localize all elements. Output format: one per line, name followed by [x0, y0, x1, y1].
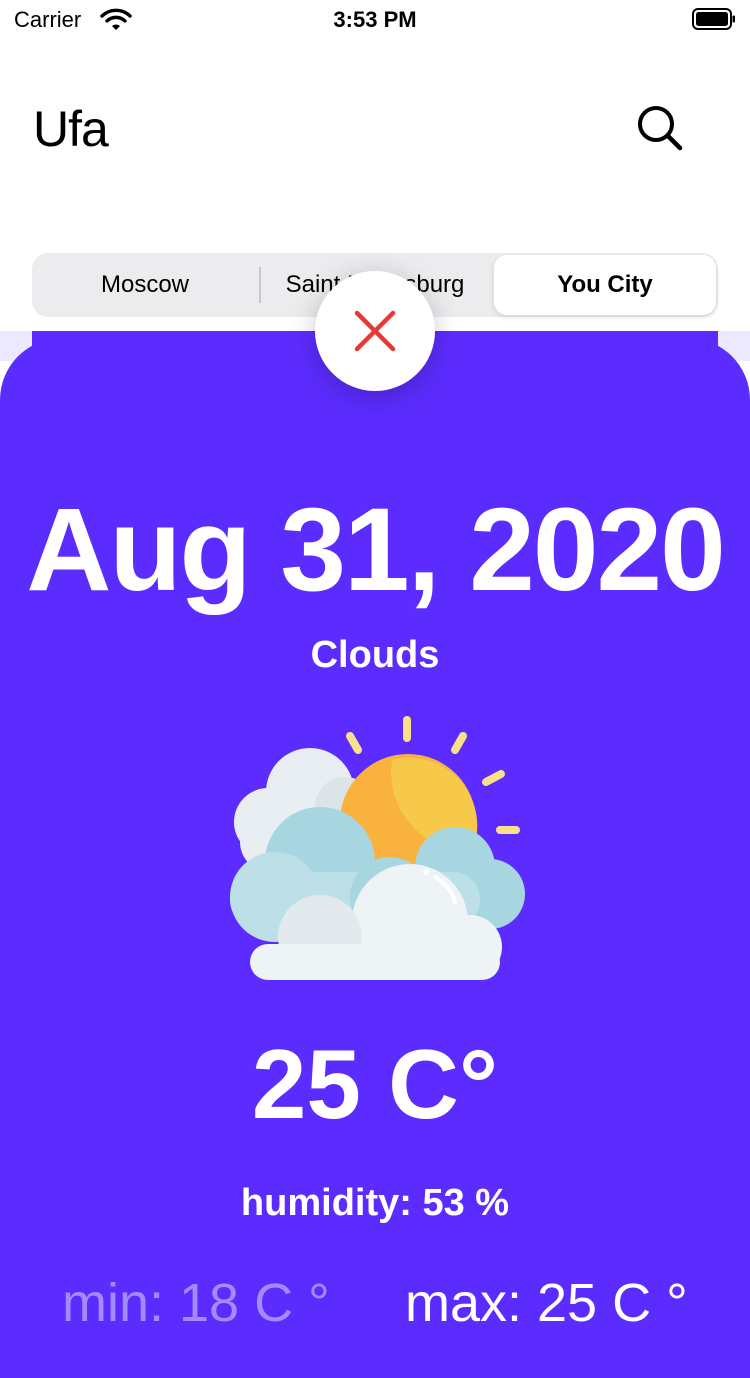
battery-icon — [692, 8, 736, 30]
status-time: 3:53 PM — [333, 7, 417, 32]
city-title: Ufa — [33, 101, 109, 157]
weather-condition: Clouds — [310, 634, 440, 676]
search-icon — [638, 106, 683, 151]
segment-moscow[interactable]: Moscow — [32, 255, 258, 315]
temperature: 25 C° — [251, 1029, 499, 1139]
close-icon — [354, 310, 396, 352]
search-button[interactable] — [630, 100, 686, 156]
min-temperature: min: 18 C ° — [62, 1273, 330, 1333]
segment-you-city[interactable]: You City — [494, 255, 716, 315]
humidity: humidity: 53 % — [240, 1182, 510, 1224]
sun-behind-clouds-icon — [220, 712, 530, 987]
weather-date: Aug 31, 2020 — [26, 484, 725, 616]
max-temperature: max: 25 C ° — [405, 1273, 688, 1333]
close-button[interactable] — [315, 271, 435, 391]
status-bar: Carrier 3:53 PM — [0, 0, 750, 40]
